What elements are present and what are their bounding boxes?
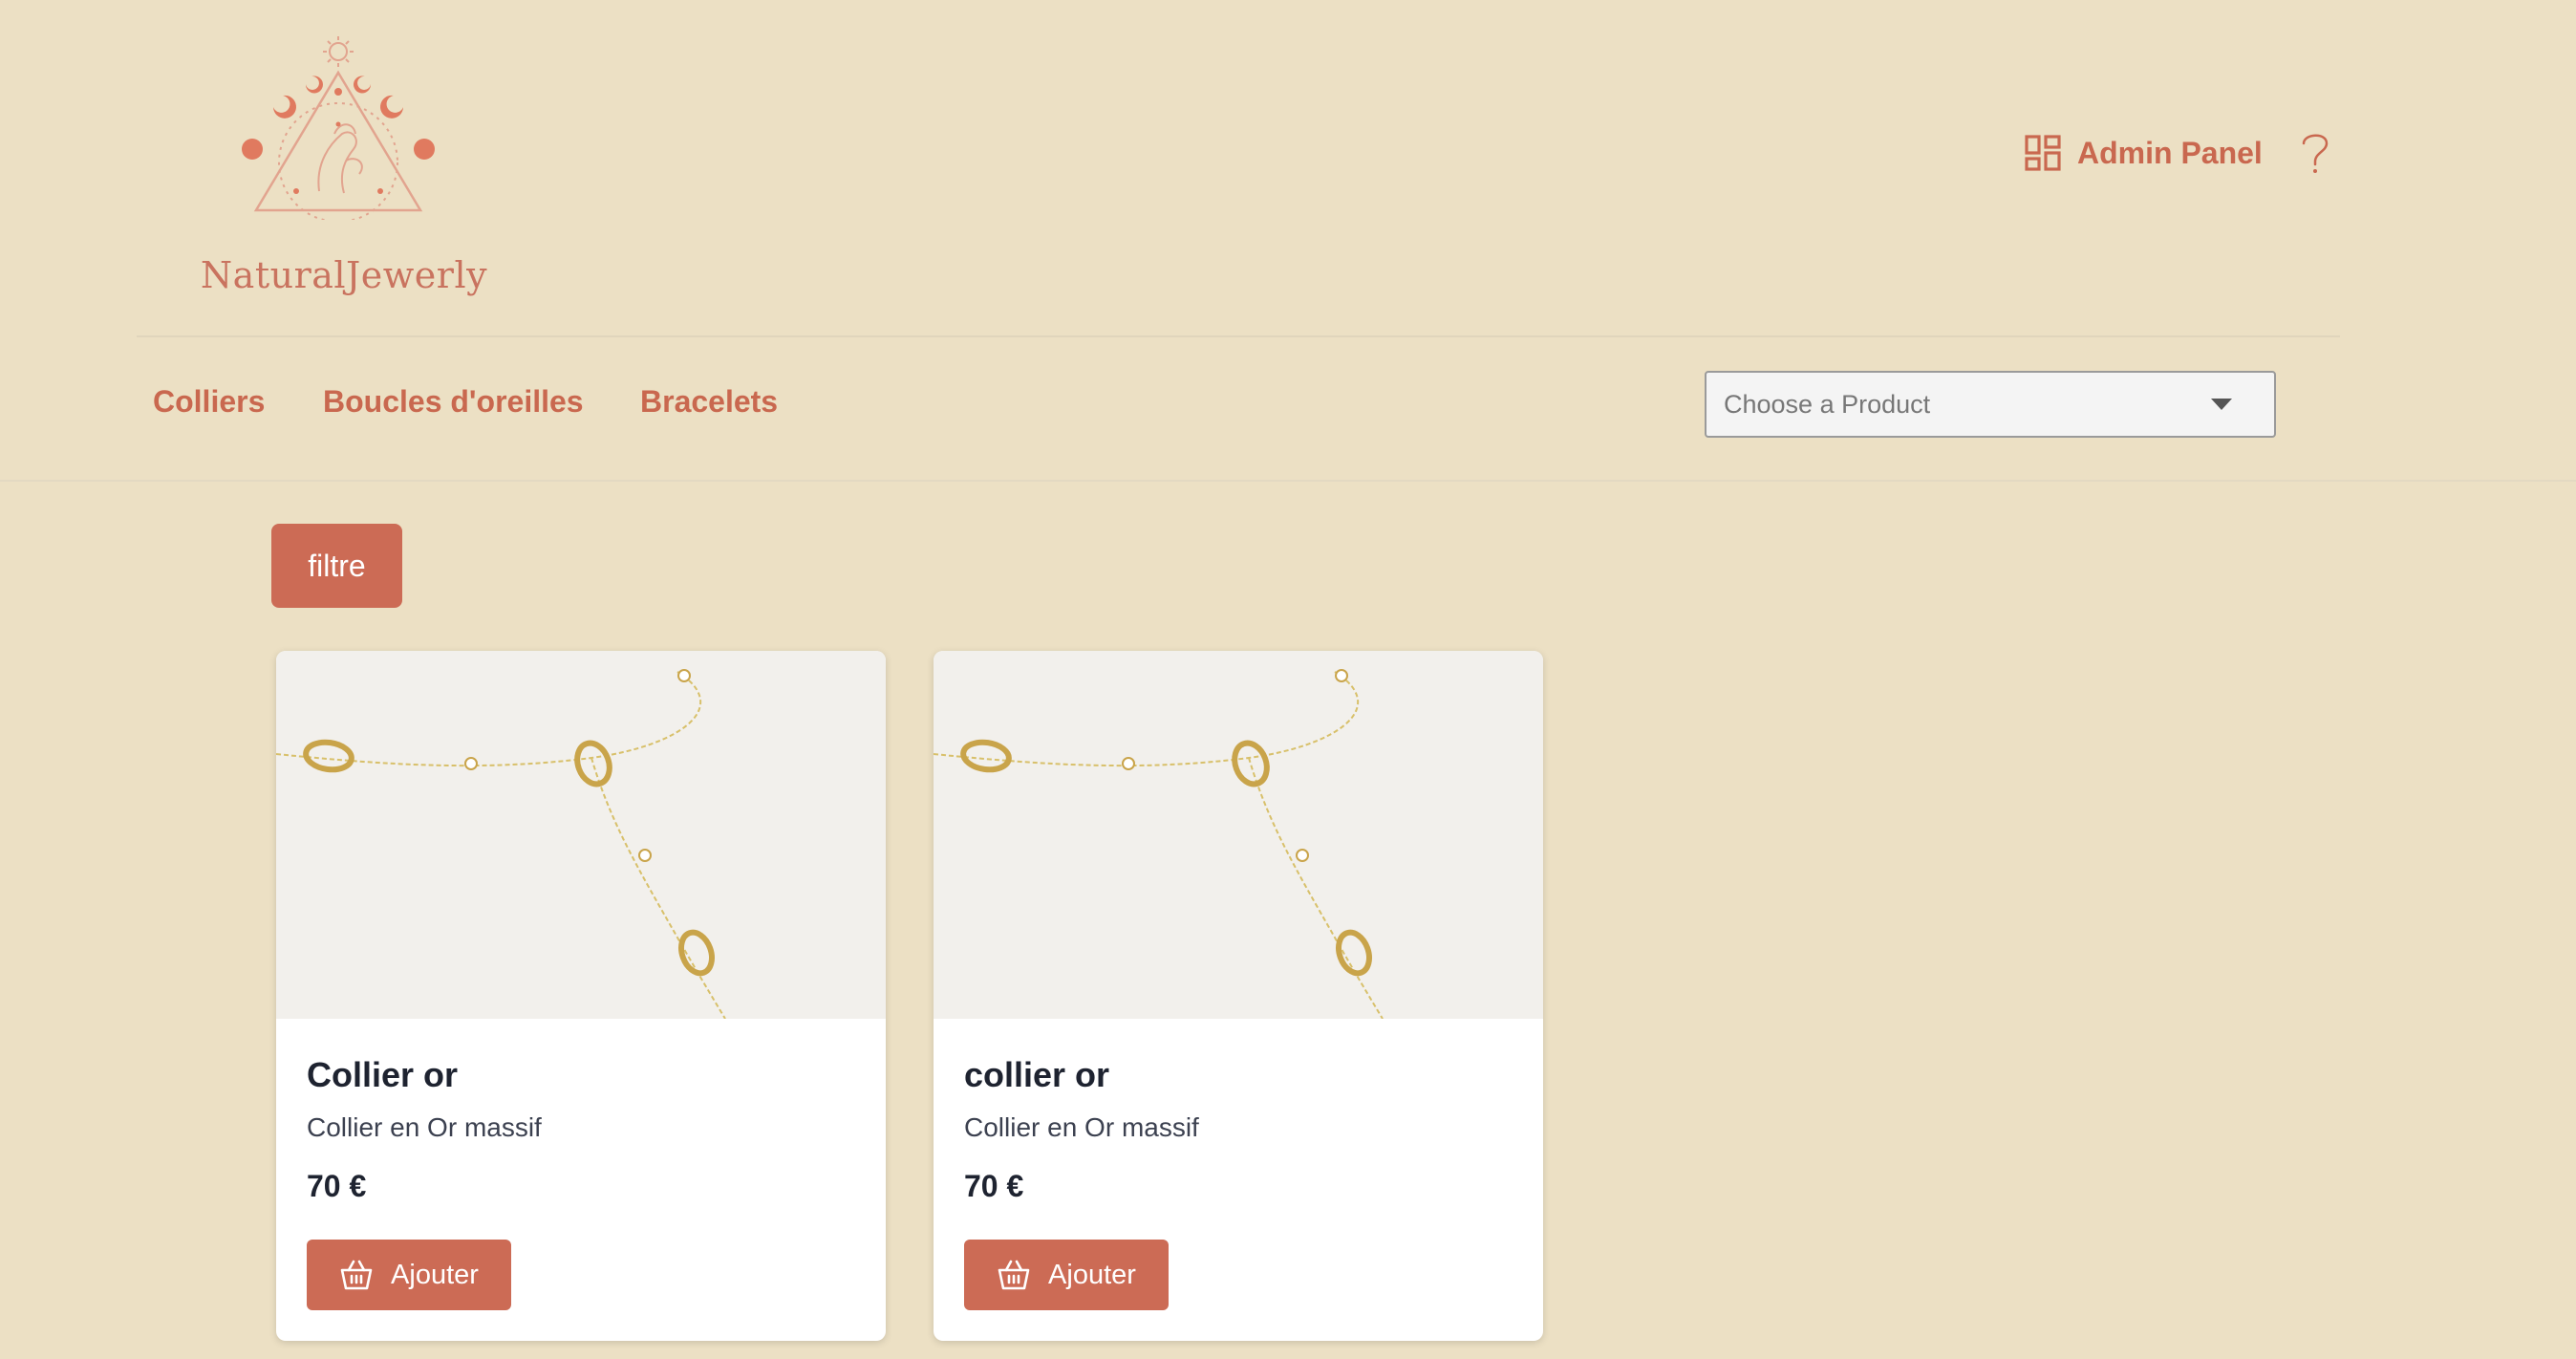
help-button[interactable]	[2298, 130, 2332, 181]
add-to-cart-button[interactable]: Ajouter	[964, 1240, 1169, 1310]
question-mark-icon	[2302, 134, 2329, 173]
basket-icon	[998, 1260, 1030, 1290]
product-image	[276, 651, 886, 1019]
product-description: Collier en Or massif	[307, 1112, 542, 1142]
nav-item-colliers[interactable]: Colliers	[153, 384, 265, 420]
chevron-down-icon	[2211, 399, 2232, 410]
product-price: 70 €	[307, 1169, 367, 1203]
add-to-cart-button[interactable]: Ajouter	[307, 1240, 511, 1310]
admin-panel-label: Admin Panel	[2077, 135, 2263, 170]
admin-panel-link[interactable]: Admin Panel	[2024, 130, 2263, 176]
basket-icon	[340, 1260, 373, 1290]
product-title: Collier or	[307, 1055, 459, 1094]
logo[interactable]: NaturalJewerly	[191, 29, 497, 315]
header-divider	[137, 335, 2340, 337]
nav-item-boucles[interactable]: Boucles d'oreilles	[323, 384, 584, 420]
add-button-label: Ajouter	[1048, 1259, 1136, 1290]
product-select-placeholder: Choose a Product	[1724, 389, 1931, 419]
product-price: 70 €	[964, 1169, 1024, 1203]
filter-button[interactable]: filtre	[271, 524, 402, 608]
logo-emblem	[242, 36, 435, 220]
product-image	[934, 651, 1543, 1019]
product-card: collier or Collier en Or massif 70 € Ajo…	[934, 651, 1543, 1341]
nav-divider	[0, 480, 2576, 482]
dashboard-icon	[2025, 135, 2061, 171]
product-description: Collier en Or massif	[964, 1112, 1199, 1142]
product-title: collier or	[964, 1055, 1110, 1094]
add-button-label: Ajouter	[391, 1259, 479, 1290]
product-select[interactable]: Choose a Product	[1705, 371, 2276, 438]
product-card: Collier or Collier en Or massif 70 € Ajo…	[276, 651, 886, 1341]
brand-name: NaturalJewerly	[200, 254, 488, 296]
nav-item-bracelets[interactable]: Bracelets	[640, 384, 778, 420]
